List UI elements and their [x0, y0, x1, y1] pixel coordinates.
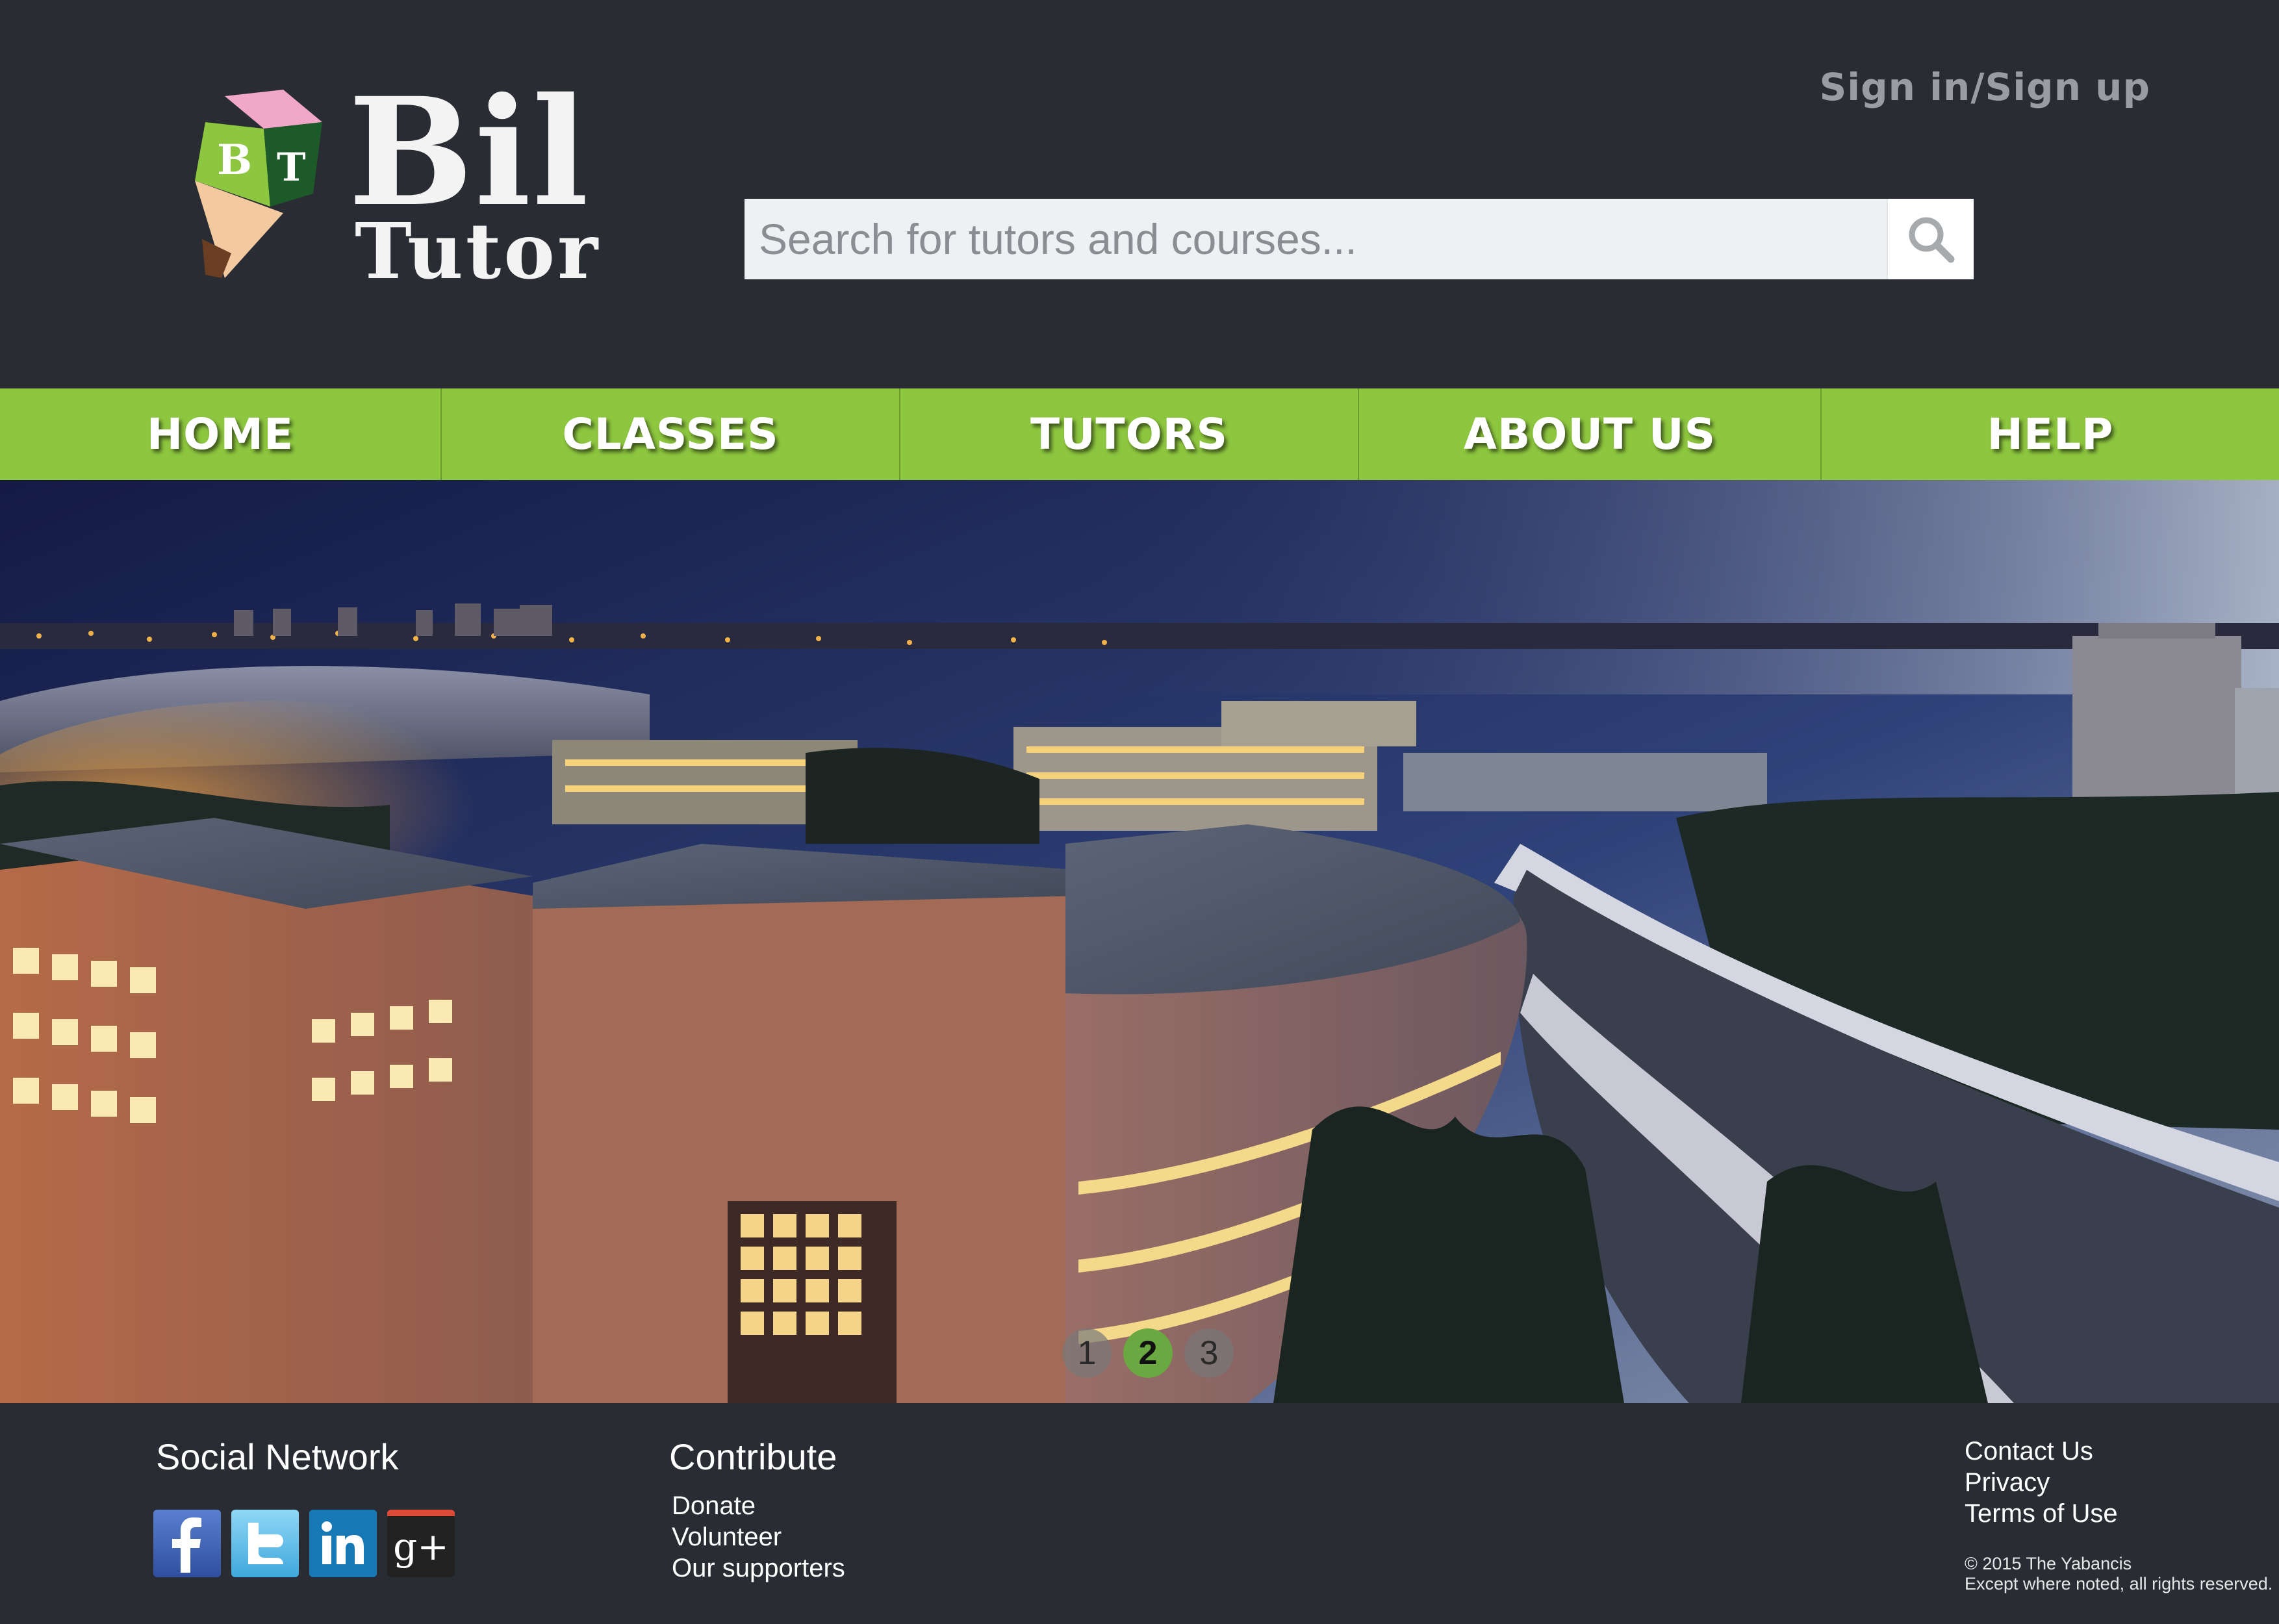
donate-link[interactable]: Donate — [672, 1490, 845, 1521]
campus-night-panorama-image — [0, 480, 2279, 1403]
nav-item-home[interactable]: HOME — [0, 388, 442, 480]
facebook-icon[interactable] — [153, 1510, 221, 1577]
contribute-links: Donate Volunteer Our supporters — [672, 1490, 845, 1584]
nav-item-about-us[interactable]: ABOUT US — [1359, 388, 1822, 480]
legal-links: Contact Us Privacy Terms of Use — [1965, 1436, 2118, 1529]
search-input[interactable] — [745, 199, 1887, 279]
social-network-heading: Social Network — [156, 1436, 399, 1477]
search-button[interactable] — [1887, 199, 1974, 279]
logo-word-bil: Bil — [348, 65, 590, 239]
contact-us-link[interactable]: Contact Us — [1965, 1436, 2118, 1467]
nav-item-classes[interactable]: CLASSES — [442, 388, 900, 480]
logo-badge-letter-b: B — [217, 136, 252, 184]
pencil-block-logo-icon: B T — [195, 90, 322, 278]
facebook-glyph-icon — [172, 1517, 201, 1573]
hero-slider: 1 2 3 — [0, 480, 2279, 1403]
privacy-link[interactable]: Privacy — [1965, 1467, 2118, 1498]
social-icons: g+ — [153, 1510, 455, 1577]
linkedin-icon[interactable] — [309, 1510, 377, 1577]
nav-item-tutors[interactable]: TUTORS — [900, 388, 1359, 480]
signin-signup-link[interactable]: Sign in/Sign up — [1820, 65, 2150, 109]
copyright-notice: © 2015 The Yabancis Except where noted, … — [1965, 1554, 2273, 1594]
logo-badge-letter-t: T — [277, 145, 306, 190]
copyright-line-2: Except where noted, all rights reserved. — [1965, 1574, 2273, 1593]
linkedin-glyph-icon — [322, 1521, 364, 1564]
nav-item-help[interactable]: HELP — [1822, 388, 2279, 480]
main-nav: HOME CLASSES TUTORS ABOUT US HELP — [0, 388, 2279, 480]
site-logo[interactable]: B T Bil Tutor — [186, 78, 654, 301]
header: B T Bil Tutor Sign in/Sign up — [0, 0, 2279, 388]
volunteer-link[interactable]: Volunteer — [672, 1521, 845, 1553]
google-plus-icon[interactable]: g+ — [387, 1510, 455, 1577]
logo-word-tutor: Tutor — [355, 206, 601, 296]
copyright-line-1: © 2015 The Yabancis — [1965, 1554, 2132, 1573]
terms-of-use-link[interactable]: Terms of Use — [1965, 1498, 2118, 1529]
google-plus-glyph-icon: g+ — [393, 1525, 449, 1569]
twitter-icon[interactable] — [231, 1510, 299, 1577]
twitter-glyph-icon — [248, 1523, 283, 1564]
slider-pagination: 1 2 3 — [1062, 1328, 1234, 1378]
slide-dot-3[interactable]: 3 — [1184, 1328, 1234, 1378]
slide-dot-2[interactable]: 2 — [1123, 1328, 1173, 1378]
footer: Social Network g+ Contribute Donate Volu… — [0, 1403, 2279, 1624]
slide-dot-1[interactable]: 1 — [1062, 1328, 1112, 1378]
search-icon — [1909, 217, 1955, 263]
our-supporters-link[interactable]: Our supporters — [672, 1553, 845, 1584]
page: B T Bil Tutor Sign in/Sign up HOME CLASS… — [0, 0, 2279, 1624]
search-bar — [745, 199, 1974, 279]
contribute-heading: Contribute — [669, 1436, 837, 1477]
